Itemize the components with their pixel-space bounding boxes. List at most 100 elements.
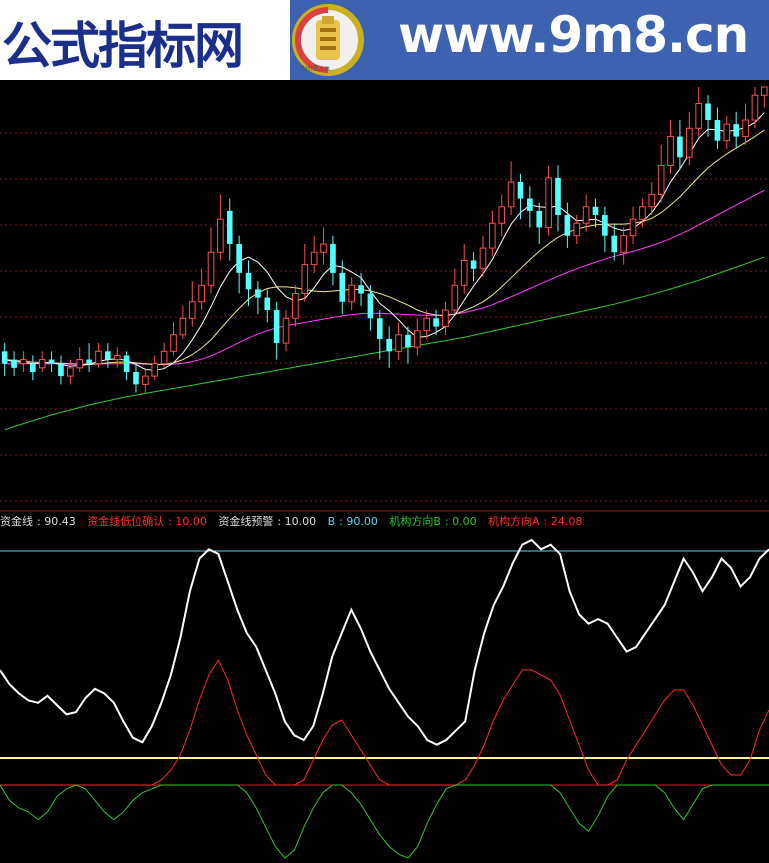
- candle: [151, 355, 159, 381]
- candle-body: [255, 289, 261, 298]
- candle-body: [677, 136, 683, 158]
- candle-body: [751, 94, 759, 121]
- candle-body: [460, 259, 468, 286]
- candle-body: [442, 309, 449, 328]
- candle-body: [142, 375, 149, 385]
- candle-body: [470, 260, 477, 269]
- candle-body: [667, 136, 674, 166]
- candle: [1, 343, 8, 377]
- candle: [695, 87, 702, 137]
- candle-body: [30, 363, 36, 372]
- legend-label: 机构方向B: [389, 515, 441, 528]
- ma-slow-line: [4, 189, 765, 365]
- candle-body: [217, 218, 224, 253]
- legend-value: 24.08: [550, 515, 583, 528]
- candle: [733, 111, 739, 149]
- candle: [714, 107, 721, 149]
- candle-body: [620, 235, 627, 253]
- candle-body: [151, 363, 159, 377]
- legend-value: 90.00: [346, 515, 378, 528]
- candle: [123, 351, 130, 381]
- candle-body: [236, 243, 242, 273]
- candle: [358, 272, 364, 306]
- candle-body: [714, 120, 721, 141]
- candle: [86, 343, 92, 372]
- indicator-lines: [0, 538, 769, 859]
- candle-body: [292, 293, 299, 319]
- candle: [667, 120, 674, 174]
- candle-body: [95, 350, 102, 365]
- candle-body: [330, 243, 336, 273]
- legend-label: B: [327, 515, 336, 528]
- candle-body: [685, 127, 693, 158]
- candle-body: [376, 318, 383, 339]
- candle-body: [527, 198, 533, 211]
- candle: [367, 285, 374, 331]
- candle-body: [245, 272, 252, 290]
- candle-body: [639, 206, 646, 220]
- candle: [677, 120, 683, 170]
- candle: [442, 301, 449, 335]
- candle: [245, 260, 252, 306]
- candle-body: [629, 218, 637, 237]
- candle: [282, 310, 290, 352]
- candle: [38, 351, 46, 372]
- candle: [470, 252, 477, 282]
- candle-body: [320, 243, 327, 253]
- candle: [142, 367, 149, 393]
- candle: [170, 322, 177, 356]
- candle-body: [105, 351, 111, 360]
- legend-label: 资金线: [0, 515, 33, 528]
- candle: [273, 301, 280, 360]
- candle-body: [582, 206, 590, 224]
- legend-value: 10.00: [175, 515, 207, 528]
- candle-body: [310, 251, 318, 266]
- candle: [545, 165, 552, 236]
- candle: [760, 86, 768, 108]
- candle-body: [113, 354, 121, 361]
- candle-body: [123, 355, 130, 372]
- ma-mid-line: [4, 129, 765, 366]
- candle-body: [451, 284, 459, 311]
- candle-body: [573, 222, 581, 237]
- candle: [657, 144, 665, 203]
- candle-body: [479, 247, 487, 270]
- stock-chart: [0, 86, 769, 859]
- candle-body: [395, 334, 402, 352]
- candle-body: [170, 334, 177, 352]
- candle: [527, 186, 533, 228]
- legend-inst-a: 机构方向A: 24.08: [488, 515, 583, 528]
- legend-inst-b: 机构方向B: 0.00: [389, 515, 477, 528]
- ma-fast-line: [4, 112, 765, 371]
- candle: [423, 310, 431, 339]
- candle-body: [592, 206, 599, 216]
- candle-body: [367, 293, 374, 319]
- candle: [517, 173, 524, 220]
- indicator-legend: 资金线: 90.43 资金线低位确认: 10.00 资金线预警: 10.00 B…: [0, 513, 590, 529]
- price-grid: [0, 132, 769, 502]
- candle: [536, 202, 543, 244]
- candle: [620, 227, 627, 265]
- candle: [685, 111, 693, 166]
- candle: [564, 202, 571, 249]
- candle-body: [760, 86, 768, 96]
- candle-body: [226, 210, 233, 244]
- candle-body: [188, 301, 196, 319]
- candle-body: [133, 371, 139, 385]
- candle: [95, 343, 102, 368]
- candle: [723, 115, 731, 149]
- candle-body: [86, 359, 92, 364]
- candle: [602, 206, 608, 253]
- candle: [498, 194, 506, 236]
- legend-label: 资金线低位确认: [87, 515, 165, 528]
- candle: [292, 285, 299, 327]
- candle-body: [648, 193, 656, 208]
- inst-direction-b-line: [0, 784, 769, 859]
- candle: [198, 268, 205, 311]
- candle-body: [498, 206, 506, 224]
- candle-body: [517, 181, 524, 199]
- ma-long-line: [4, 256, 765, 431]
- candle-body: [282, 317, 290, 344]
- candle: [592, 198, 599, 228]
- candle: [236, 235, 242, 294]
